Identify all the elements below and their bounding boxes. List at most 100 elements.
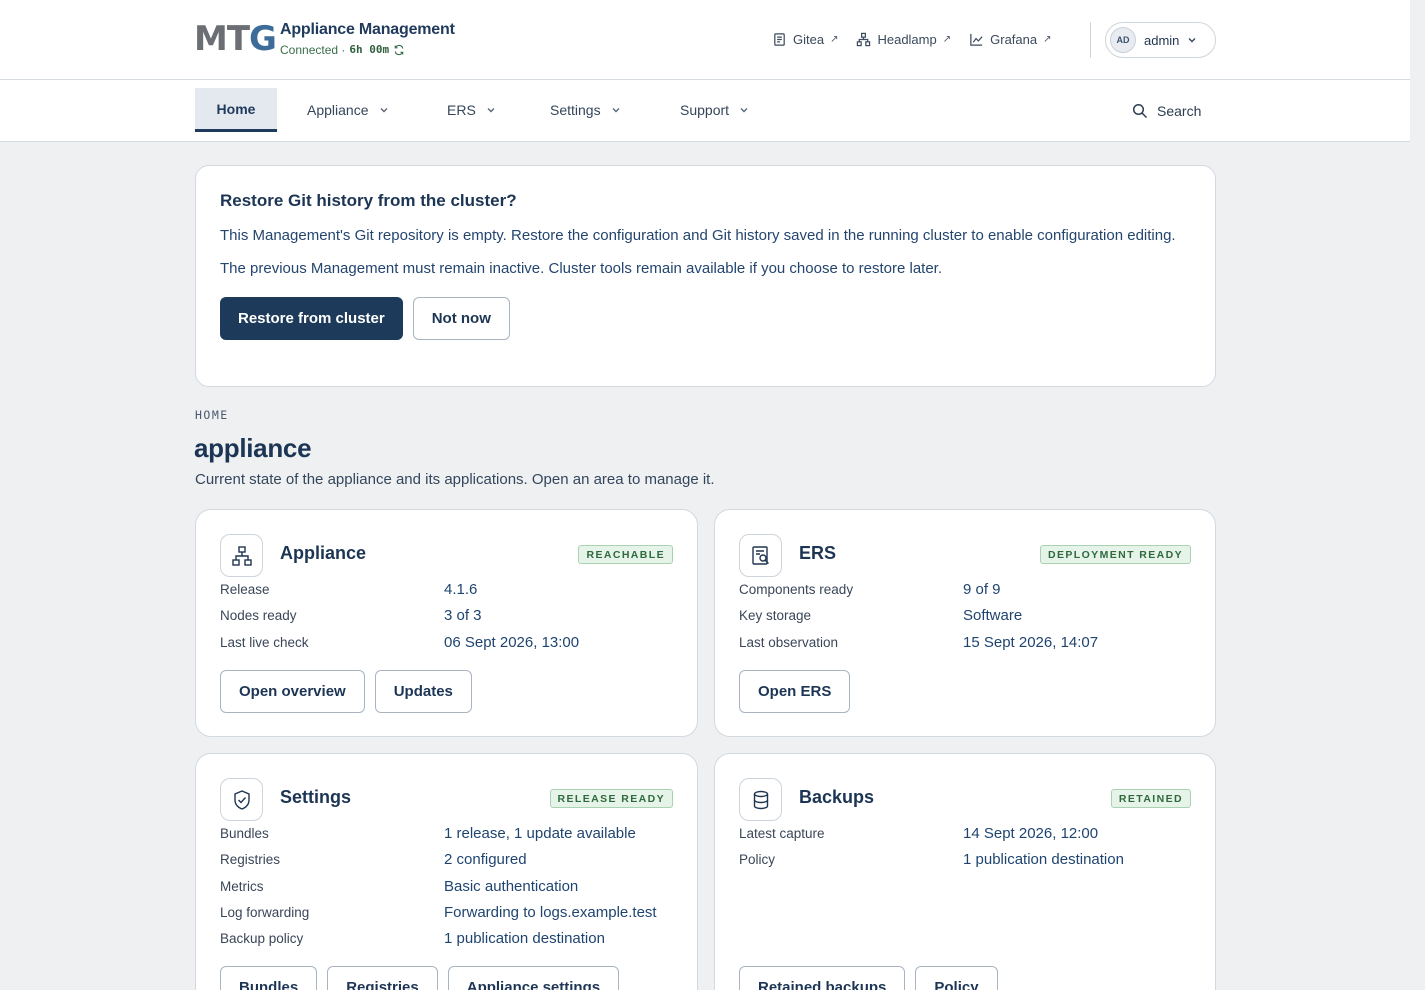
kv-value: 1 release, 1 update available <box>444 824 636 842</box>
uptime: 6h 00m <box>349 43 390 56</box>
kv-row: Log forwarding Forwarding to logs.exampl… <box>220 901 680 923</box>
app-title: Appliance Management <box>280 21 455 38</box>
external-arrow-icon: ↗ <box>942 33 952 45</box>
chevron-down-icon <box>1188 38 1196 43</box>
kv-row: Policy 1 publication destination <box>739 848 1199 870</box>
nav-settings[interactable]: Settings <box>550 88 621 132</box>
nav-ers-label: ERS <box>447 102 476 118</box>
link-grafana[interactable]: Grafana ↗ <box>969 29 1052 49</box>
ers-card-icon <box>739 534 782 577</box>
card-actions: Bundles Registries Appliance settings <box>220 966 620 990</box>
page-subtitle: Current state of the appliance and its a… <box>195 471 715 488</box>
kv-row: Registries 2 configured <box>220 848 680 870</box>
mtg-logo[interactable]: MTG <box>194 22 277 56</box>
nav-support[interactable]: Support <box>680 88 749 132</box>
card-title: Backups <box>799 787 875 807</box>
nav-appliance-label: Appliance <box>307 102 369 118</box>
avatar: AD <box>1110 27 1136 53</box>
registries-button[interactable]: Registries <box>327 966 438 990</box>
kv-key: Bundles <box>220 825 269 841</box>
kv-value: 1 publication destination <box>444 929 605 947</box>
kv-value: 14 Sept 2026, 12:00 <box>963 824 1099 842</box>
kv-row: Release 4.1.6 <box>220 578 680 600</box>
policy-button[interactable]: Policy <box>915 966 998 990</box>
status-badge: DEPLOYMENT READY <box>1040 545 1191 564</box>
kv-key: Release <box>220 581 270 597</box>
link-gitea[interactable]: Gitea ↗ <box>772 29 838 49</box>
banner-text-2: The previous Management must remain inac… <box>220 260 943 277</box>
link-headlamp[interactable]: Headlamp ↗ <box>856 29 951 49</box>
kv-row: Last observation 15 Sept 2026, 14:07 <box>739 631 1199 653</box>
backups-card-icon <box>739 778 782 821</box>
open-ers-button[interactable]: Open ERS <box>739 670 851 713</box>
chevron-down-icon <box>612 108 620 113</box>
nav-settings-label: Settings <box>550 102 601 118</box>
nav-appliance[interactable]: Appliance <box>307 88 389 132</box>
kv-value: Basic authentication <box>444 877 579 895</box>
kv-value: 3 of 3 <box>444 606 482 624</box>
kv-key: Components ready <box>739 581 854 597</box>
chart-icon <box>970 33 983 46</box>
chevron-down-icon <box>740 108 748 113</box>
link-grafana-label: Grafana <box>990 31 1038 47</box>
main-nav: Home Appliance ERS Settings Support Sear… <box>0 80 1410 142</box>
updates-button[interactable]: Updates <box>374 670 472 713</box>
status-badge: RETAINED <box>1110 789 1191 808</box>
kv-row: Nodes ready 3 of 3 <box>220 604 680 626</box>
network-icon <box>857 32 871 46</box>
banner-title: Restore Git history from the cluster? <box>220 191 517 210</box>
restore-banner: Restore Git history from the cluster? Th… <box>195 165 1216 387</box>
kv-row: Bundles 1 release, 1 update available <box>220 822 680 844</box>
search-icon <box>1132 103 1148 119</box>
banner-text-1: This Management's Git repository is empt… <box>220 227 1176 244</box>
kv-key: Last observation <box>739 634 839 650</box>
appliance-settings-button[interactable]: Appliance settings <box>447 966 620 990</box>
kv-row: Metrics Basic authentication <box>220 875 680 897</box>
nav-support-label: Support <box>680 102 730 118</box>
chevron-down-icon <box>380 108 387 113</box>
connection-status: Connected · 6h 00m <box>280 41 455 59</box>
document-icon <box>774 32 785 46</box>
kv-key: Registries <box>220 851 281 867</box>
kv-value: 4.1.6 <box>444 580 478 598</box>
banner-actions: Restore from cluster Not now <box>220 297 1191 340</box>
bundles-button[interactable]: Bundles <box>220 966 318 990</box>
header-divider <box>1090 22 1091 58</box>
link-headlamp-label: Headlamp <box>877 31 937 47</box>
chevron-down-icon <box>487 108 495 113</box>
settings-card: Settings RELEASE READY Bundles 1 release… <box>195 753 698 990</box>
kv-key: Latest capture <box>739 825 825 841</box>
card-actions: Open overview Updates <box>220 670 472 713</box>
top-header: MTG Appliance Management Connected · 6h … <box>0 0 1410 80</box>
kv-value: 1 publication destination <box>963 850 1124 868</box>
external-arrow-icon: ↗ <box>1043 33 1052 45</box>
status-badge: REACHABLE <box>578 545 673 564</box>
card-title: Appliance <box>280 543 367 563</box>
not-now-button[interactable]: Not now <box>412 297 510 340</box>
search-button[interactable]: Search <box>1132 100 1201 122</box>
kv-row: Backup policy 1 publication destination <box>220 927 680 949</box>
refresh-icon[interactable] <box>393 44 405 56</box>
backups-card: Backups RETAINED Latest capture 14 Sept … <box>714 753 1216 990</box>
nav-home[interactable]: Home <box>195 88 277 132</box>
kv-key: Nodes ready <box>220 607 297 623</box>
user-name: admin <box>1144 32 1180 48</box>
nav-ers[interactable]: ERS <box>447 88 496 132</box>
kv-key: Last live check <box>220 634 309 650</box>
user-menu[interactable]: AD admin <box>1105 22 1216 58</box>
kv-value: 15 Sept 2026, 14:07 <box>963 633 1099 651</box>
kv-value: 9 of 9 <box>963 580 1001 598</box>
restore-from-cluster-button[interactable]: Restore from cluster <box>220 297 403 340</box>
kv-value: Software <box>963 606 1023 624</box>
retained-backups-button[interactable]: Retained backups <box>739 966 906 990</box>
breadcrumb: HOME <box>195 408 229 422</box>
appliance-card-icon <box>220 534 263 577</box>
status-badge: RELEASE READY <box>549 789 673 808</box>
settings-card-icon <box>220 778 263 821</box>
kv-key: Backup policy <box>220 930 304 946</box>
network-icon <box>231 545 252 566</box>
external-arrow-icon: ↗ <box>830 33 839 45</box>
open-overview-button[interactable]: Open overview <box>220 670 365 713</box>
kv-key: Metrics <box>220 878 264 894</box>
appliance-card: Appliance REACHABLE Release 4.1.6 Nodes … <box>195 509 698 737</box>
